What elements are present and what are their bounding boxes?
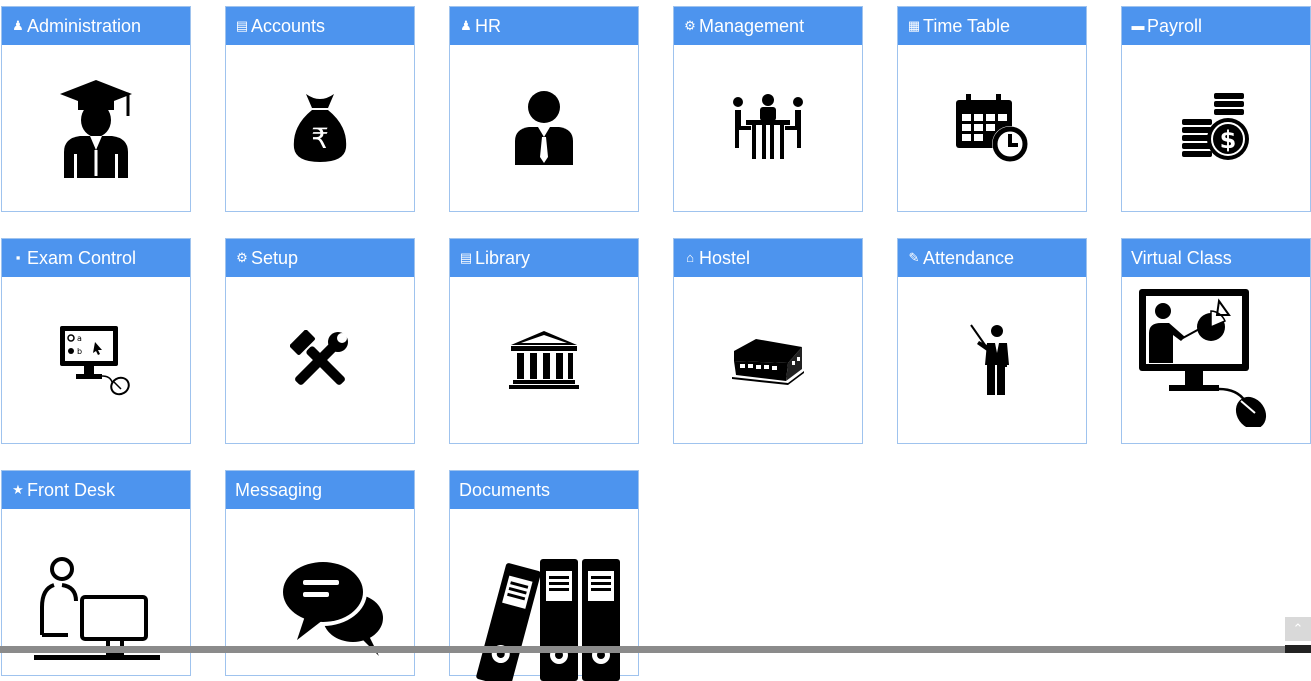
cogs-icon: ⚙	[684, 18, 696, 33]
binders-icon	[476, 559, 620, 681]
user-icon: ♟	[12, 18, 24, 33]
pencil-icon: ✎	[908, 250, 920, 265]
gear-icon: ⚙	[236, 250, 248, 265]
module-tile-setup[interactable]: ⚙ Setup	[225, 238, 415, 444]
svg-text:a: a	[77, 334, 82, 343]
module-tile-library[interactable]: ▤ Library	[449, 238, 639, 444]
tile-title: HR	[475, 16, 501, 36]
calendar-clock-icon	[956, 94, 1028, 162]
module-tile-hr[interactable]: ♟ HR	[449, 6, 639, 212]
tile-title: Setup	[251, 248, 299, 268]
library-building-icon	[509, 331, 579, 389]
tile-header: Messaging	[226, 471, 414, 509]
tile-title: Payroll	[1147, 16, 1203, 36]
home-icon: ⌂	[686, 250, 694, 265]
book-icon: ▤	[459, 250, 473, 265]
calendar-icon: ▦	[907, 18, 921, 33]
module-tile-hostel[interactable]: ⌂ Hostel	[673, 238, 863, 444]
tile-header: ⚙ Setup	[226, 239, 414, 277]
tile-header: ▬ Payroll	[1122, 7, 1310, 45]
graduate-icon	[60, 80, 132, 178]
tile-header: ✎ Attendance	[898, 239, 1086, 277]
money-bag-icon: ₹	[293, 94, 347, 162]
tile-header: ▤ Accounts	[226, 7, 414, 45]
tile-title: Messaging	[235, 480, 323, 500]
user-icon: ♟	[460, 18, 472, 33]
computer-exam-icon: a b	[60, 326, 130, 396]
module-tile-management[interactable]: ⚙ Management	[673, 6, 863, 212]
chat-bubbles-icon	[279, 558, 383, 656]
online-class-icon	[1139, 289, 1267, 427]
chevron-up-icon: ⌃	[1292, 621, 1304, 636]
horizontal-scrollbar[interactable]	[0, 646, 1311, 653]
module-tile-exam-control[interactable]: ▪ Exam Control a b	[1, 238, 191, 444]
tile-title: Hostel	[699, 248, 751, 268]
tile-header: ▪ Exam Control	[2, 239, 190, 277]
tile-header: ⚙ Management	[674, 7, 862, 45]
module-tile-attendance[interactable]: ✎ Attendance	[897, 238, 1087, 444]
tile-header: Virtual Class	[1122, 239, 1310, 277]
tile-header: ♟ HR	[450, 7, 638, 45]
file-icon: ▪	[15, 250, 21, 265]
tile-title: Attendance	[923, 248, 1015, 268]
coins-dollar-icon: $	[1182, 93, 1249, 160]
tile-title: Time Table	[923, 16, 1011, 36]
module-tile-administration[interactable]: ♟ Administration	[1, 6, 191, 212]
tile-title: Administration	[27, 16, 142, 36]
tile-title: Documents	[459, 480, 551, 500]
employee-icon	[515, 91, 573, 165]
tile-header: Documents	[450, 471, 638, 509]
svg-text:b: b	[77, 347, 82, 356]
tile-title: Exam Control	[27, 248, 137, 268]
star-icon: ★	[12, 482, 24, 497]
scroll-to-top-button[interactable]: ⌃	[1285, 617, 1311, 641]
book-icon: ▤	[235, 18, 249, 33]
tools-icon	[290, 330, 348, 385]
tile-title: Library	[475, 248, 531, 268]
tile-header: ▤ Library	[450, 239, 638, 277]
tile-header: ⌂ Hostel	[674, 239, 862, 277]
module-tile-accounts[interactable]: ▤ Accounts ₹	[225, 6, 415, 212]
module-tile-payroll[interactable]: ▬ Payroll $	[1121, 6, 1311, 212]
tile-title: Front Desk	[27, 480, 116, 500]
tile-title: Virtual Class	[1131, 248, 1232, 268]
credit-card-icon: ▬	[1131, 18, 1145, 33]
scrollbar-corner	[1285, 645, 1311, 653]
svg-text:$: $	[1220, 126, 1237, 154]
tile-header: ★ Front Desk	[2, 471, 190, 509]
module-tile-virtual-class[interactable]: Virtual Class	[1121, 238, 1311, 444]
svg-text:₹: ₹	[311, 122, 329, 155]
tile-header: ♟ Administration	[2, 7, 190, 45]
hostel-building-icon	[732, 339, 804, 385]
tile-header: ▦ Time Table	[898, 7, 1086, 45]
meeting-icon	[733, 94, 803, 159]
teacher-icon	[970, 324, 1009, 395]
module-tile-timetable[interactable]: ▦ Time Table	[897, 6, 1087, 212]
tile-title: Accounts	[251, 16, 326, 36]
tile-title: Management	[699, 16, 805, 36]
